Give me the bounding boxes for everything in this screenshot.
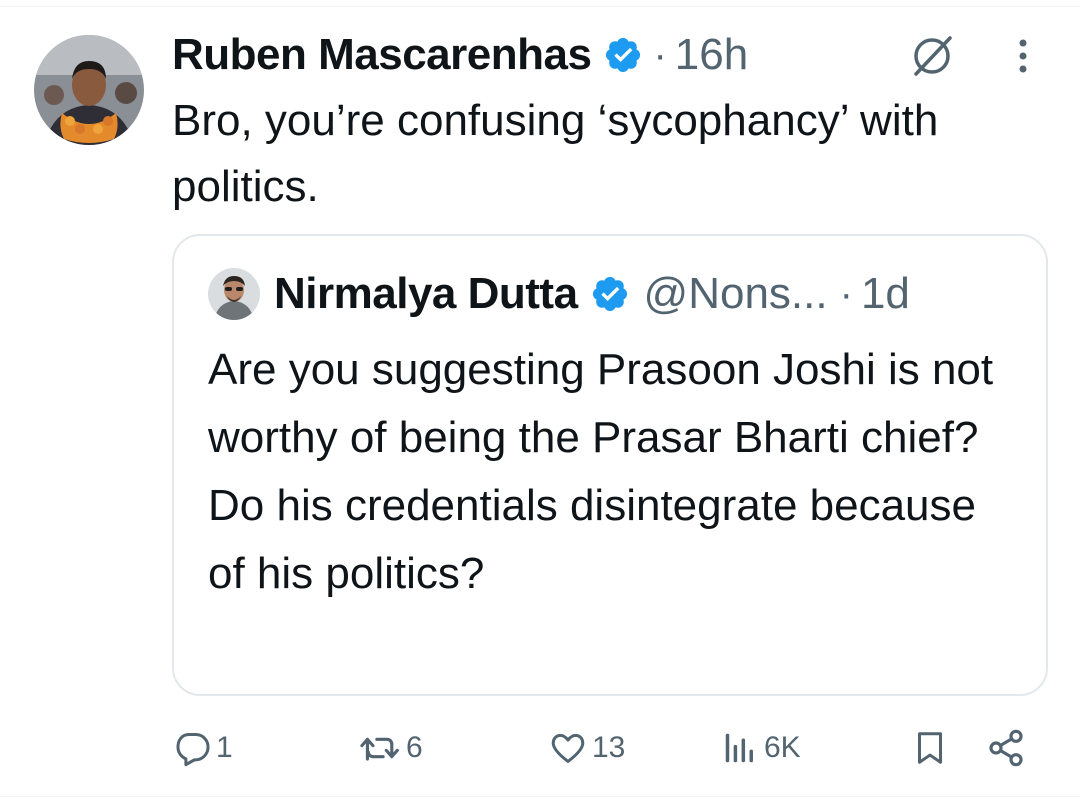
verified-badge-icon [592,276,627,312]
quoted-author-avatar [208,268,260,320]
repost-count: 6 [406,731,423,764]
more-vertical-icon[interactable] [1008,36,1038,76]
quoted-author-name: Nirmalya Dutta [274,269,578,318]
grok-icon[interactable] [906,30,958,82]
share-button[interactable] [986,718,1026,778]
tweet-text: Bro, you’re confusing ‘sycophancy’ with … [172,96,939,211]
heart-icon [551,733,585,763]
bottom-divider [0,796,1080,797]
separator-dot: · [653,32,667,77]
bookmark-button[interactable] [912,718,948,778]
quoted-tweet-text: Are you suggesting Prasoon Joshi is not … [208,345,994,598]
share-icon [989,729,1023,767]
repost-icon [360,737,399,761]
repost-button[interactable]: 6 [358,718,423,778]
views-count: 6K [764,731,801,764]
quoted-author-handle: @Nons... [643,269,828,318]
views-button[interactable]: 6K [720,718,801,778]
quoted-tweet[interactable]: Nirmalya Dutta @Nons... · 1d Are you sug… [172,234,1048,696]
quoted-tweet-header: Nirmalya Dutta @Nons... · 1d [208,264,1028,324]
verified-badge-icon [606,37,641,73]
quoted-tweet-time: 1d [860,269,910,318]
tweet-time[interactable]: 16h [675,30,748,80]
reply-icon [176,733,210,767]
action-bar: 1 6 13 6K [0,718,1080,778]
tweet-header: Ruben Mascarenhas · 16h [172,26,1052,84]
views-bar-chart-icon [725,733,753,763]
tweet[interactable]: Ruben Mascarenhas · 16h Bro, you’re conf… [0,0,1080,808]
reply-count: 1 [216,731,233,764]
bookmark-icon [918,732,942,764]
like-count: 13 [592,731,626,764]
reply-button[interactable]: 1 [174,718,233,778]
like-button[interactable]: 13 [548,718,625,778]
author-avatar[interactable] [34,35,144,145]
author-name[interactable]: Ruben Mascarenhas [172,30,592,80]
separator-dot: · [839,271,853,316]
